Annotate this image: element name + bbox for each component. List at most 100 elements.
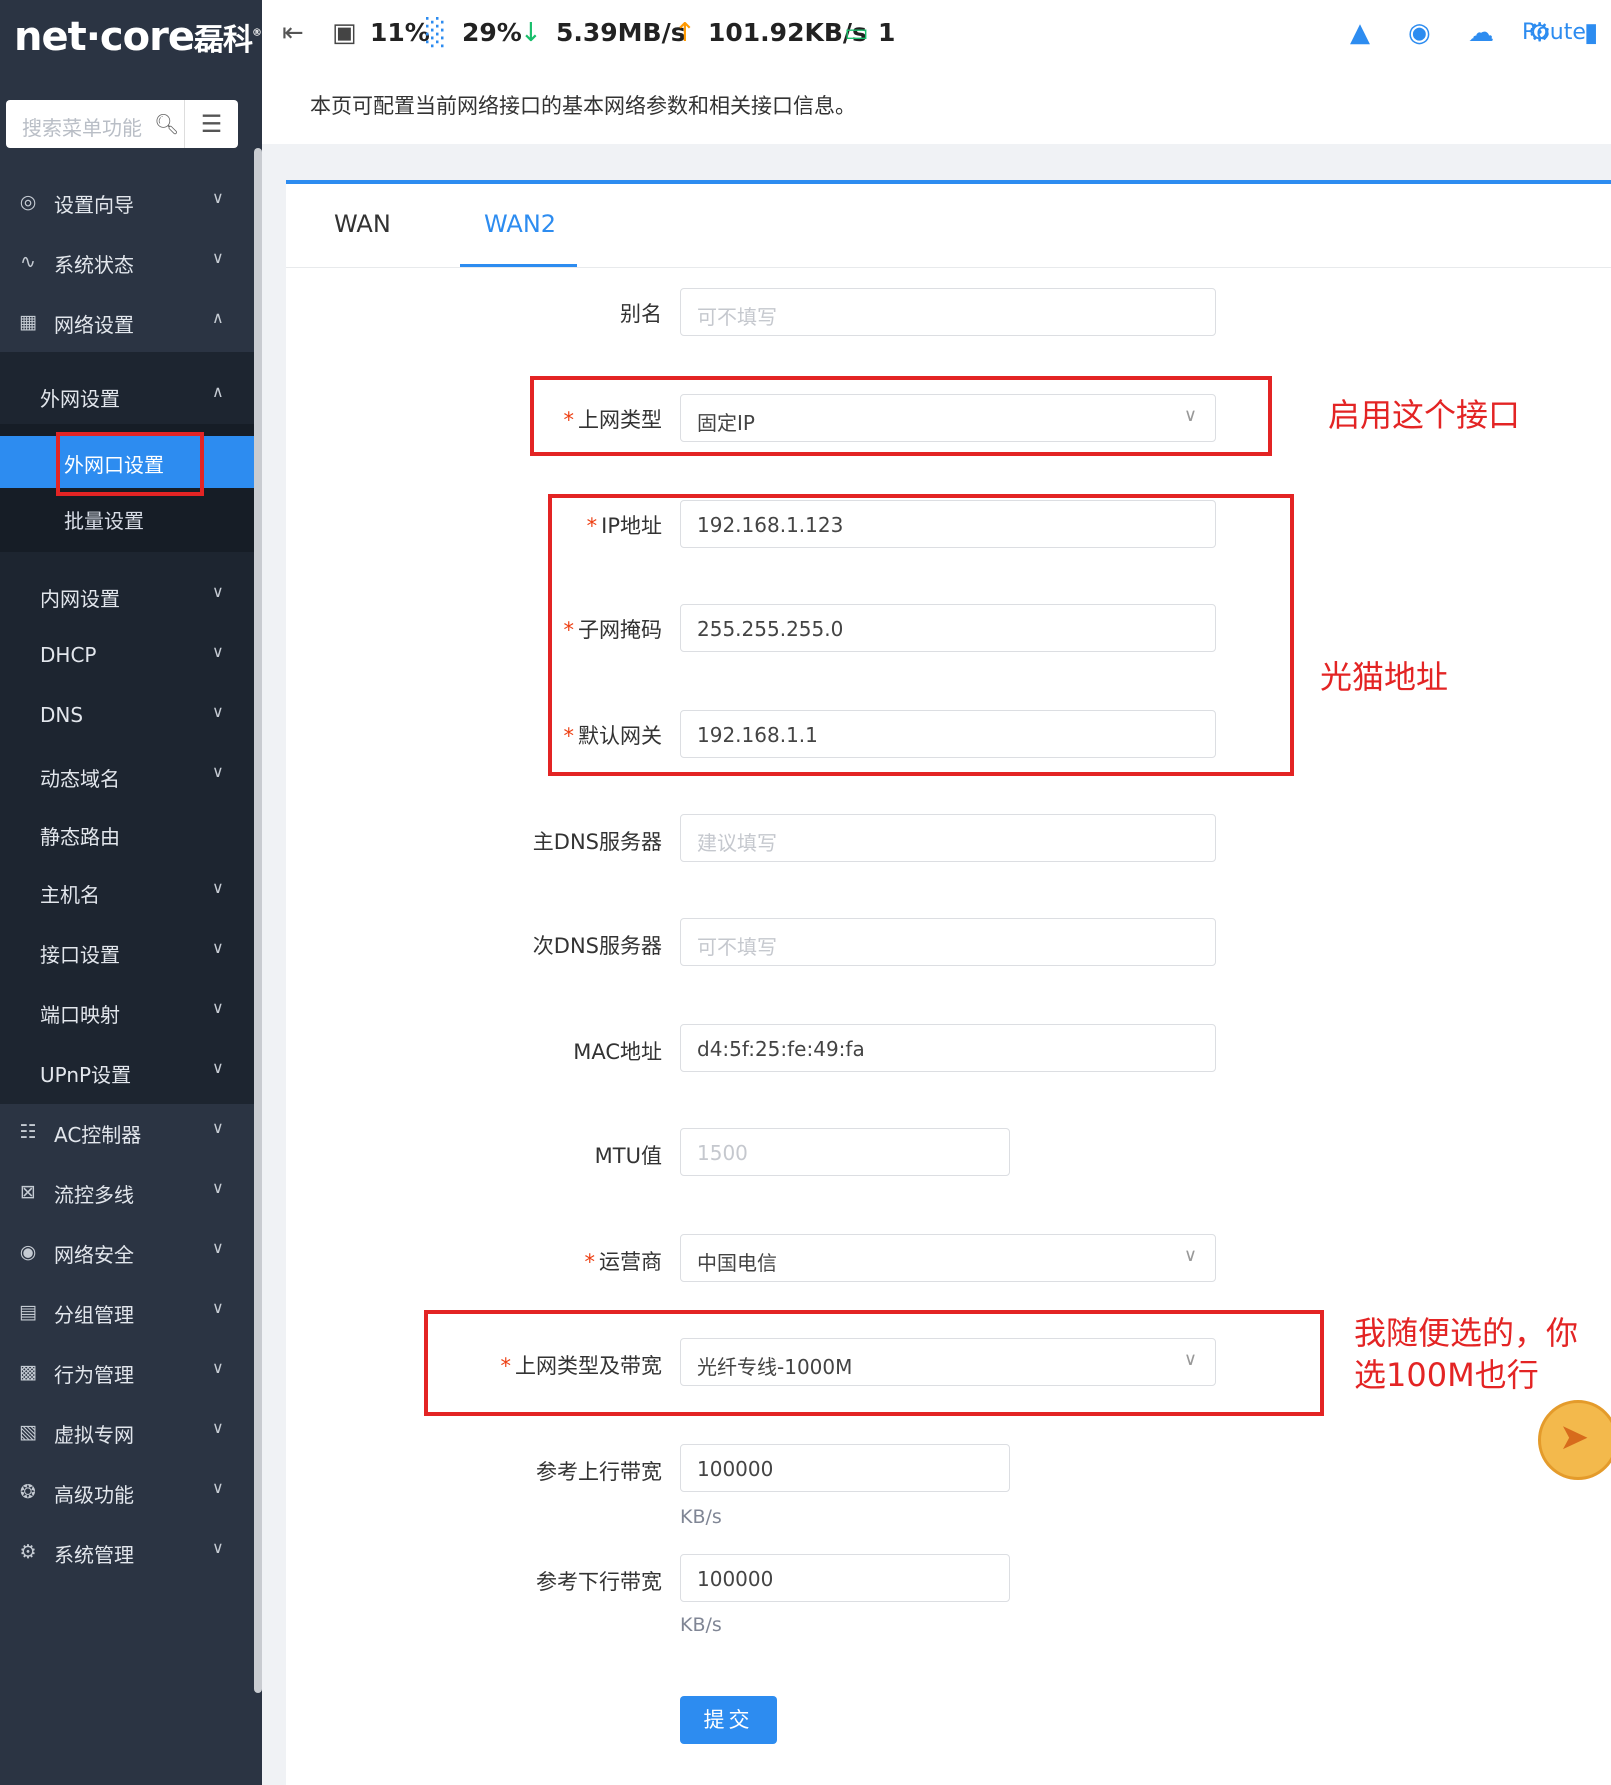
chevron-down-icon: ∨	[212, 998, 224, 1017]
globe-icon: ◉	[19, 1241, 37, 1263]
annotation-note-modem: 光猫地址	[1320, 658, 1449, 696]
sidebar-item-interface[interactable]: 接口设置 ∨	[0, 926, 254, 978]
chevron-down-icon: ∨	[212, 248, 224, 267]
device-count: 1	[878, 18, 896, 47]
chevron-down-icon: ∨	[212, 938, 224, 957]
mtu-input[interactable]: 1500	[680, 1128, 1010, 1176]
search-icon[interactable]: 🔍︎	[154, 112, 179, 136]
tab-wan[interactable]: WAN	[334, 210, 391, 238]
sidebar-item-lan[interactable]: 内网设置 ∨	[0, 570, 254, 622]
tab-wan2[interactable]: WAN2	[484, 210, 556, 238]
download-arrow-icon: ↓	[520, 18, 542, 48]
chevron-down-icon: ∨	[212, 642, 224, 661]
gear-icon: ⚙	[19, 1541, 37, 1563]
sidebar-item-behavior[interactable]: ▩ 行为管理 ∨	[0, 1346, 254, 1398]
sidebar: net·core磊科® 搜索菜单功能 🔍︎ ☰ ◎ 设置向导 ∨ ∿ 系统状态 …	[0, 0, 262, 1785]
chevron-down-icon: ∨	[212, 1298, 224, 1317]
menu-search[interactable]: 搜索菜单功能 🔍︎ ☰	[6, 100, 238, 148]
upload-arrow-icon: ↑	[674, 18, 696, 48]
memory-icon: ░	[426, 18, 446, 48]
chevron-down-icon: ∨	[212, 1418, 224, 1437]
chevron-down-icon: ∨	[212, 582, 224, 601]
chevron-down-icon: ∨	[212, 1118, 224, 1137]
cpu-usage: 11%	[370, 18, 430, 47]
chevron-down-icon: ∨	[212, 1358, 224, 1377]
logo: net·core磊科®	[14, 14, 262, 60]
chevron-down-icon: ∨	[212, 1478, 224, 1497]
dns1-label: 主DNS服务器	[532, 830, 662, 854]
chevron-down-icon: ∨	[212, 1238, 224, 1257]
menu-search-input[interactable]: 搜索菜单功能	[22, 112, 142, 141]
top-header: ⇤ ▣ 11% ░ 29% ↓ 5.39MB/s ↑ 101.92KB/s ▭ …	[262, 0, 1611, 82]
annotation-note-bandwidth-2: 选100M也行	[1354, 1356, 1539, 1394]
isp-select[interactable]: 中国电信 ∨	[680, 1234, 1216, 1282]
sidebar-item-batch-settings[interactable]: 批量设置	[0, 492, 254, 544]
upstream-label: 参考上行带宽	[536, 1460, 662, 1484]
sidebar-item-system-status[interactable]: ∿ 系统状态 ∨	[0, 236, 254, 288]
annotation-note-enable: 启用这个接口	[1328, 396, 1521, 434]
chevron-down-icon: ∨	[212, 188, 224, 207]
annotation-box-ip-config	[548, 494, 1294, 776]
sidebar-item-ac[interactable]: ☷ AC控制器 ∨	[0, 1106, 254, 1158]
downstream-unit: KB/s	[680, 1614, 722, 1636]
dns2-input[interactable]: 可不填写	[680, 918, 1216, 966]
chevron-down-icon: ∨	[212, 1538, 224, 1557]
monitor-icon: ▭	[844, 18, 869, 48]
chevron-down-icon: ∨	[1183, 1245, 1197, 1266]
chevron-down-icon: ∨	[212, 1178, 224, 1197]
vpn-icon: ▧	[19, 1421, 37, 1443]
sidebar-item-hostname[interactable]: 主机名 ∨	[0, 866, 254, 918]
settings-icon[interactable]: ⚙	[1528, 18, 1551, 48]
sidebar-item-vpn[interactable]: ▧ 虚拟专网 ∨	[0, 1406, 254, 1458]
chevron-down-icon: ∨	[212, 762, 224, 781]
flow-icon: ⊠	[20, 1181, 36, 1203]
sidebar-item-dns[interactable]: DNS ∨	[0, 690, 254, 742]
collapse-icon[interactable]: ⇤	[282, 18, 304, 48]
intro-banner: 本页可配置当前网络接口的基本网络参数和相关接口信息。	[262, 82, 1611, 144]
bird-helper-icon[interactable]: ➤	[1538, 1400, 1611, 1480]
downstream-input[interactable]: 100000	[680, 1554, 1010, 1602]
skin-icon[interactable]: ▲	[1350, 18, 1370, 48]
chevron-down-icon: ∨	[212, 878, 224, 897]
annotation-note-bandwidth-1: 我随便选的，你	[1354, 1314, 1579, 1352]
alias-input[interactable]: 可不填写	[680, 288, 1216, 336]
alias-label: 别名	[620, 302, 662, 326]
upstream-input[interactable]: 100000	[680, 1444, 1010, 1492]
language-icon[interactable]: ◉	[1408, 18, 1431, 48]
menu-toggle-button[interactable]: ☰	[184, 100, 238, 148]
list-icon: ▤	[19, 1301, 37, 1323]
sidebar-item-system[interactable]: ⚙ 系统管理 ∨	[0, 1526, 254, 1578]
sidebar-scrollbar[interactable]	[254, 148, 262, 1693]
sidebar-item-port-mapping[interactable]: 端口映射 ∨	[0, 986, 254, 1038]
sidebar-item-setup-wizard[interactable]: ◎ 设置向导 ∨	[0, 176, 254, 228]
logout-icon[interactable]: ▮	[1584, 18, 1598, 48]
isp-label: * 运营商	[584, 1250, 663, 1274]
sidebar-item-security[interactable]: ◉ 网络安全 ∨	[0, 1226, 254, 1278]
sidebar-item-ddns[interactable]: 动态域名 ∨	[0, 750, 254, 802]
cpu-icon: ▣	[332, 18, 357, 48]
sidebar-item-group[interactable]: ▤ 分组管理 ∨	[0, 1286, 254, 1338]
annotation-box-wan-type	[530, 376, 1272, 456]
mac-label: MAC地址	[573, 1040, 662, 1064]
lock-icon: ▩	[19, 1361, 37, 1383]
tab-active-indicator	[460, 264, 577, 267]
upload-cloud-icon[interactable]: ☁	[1468, 18, 1494, 48]
sidebar-item-network-settings[interactable]: ▦ 网络设置 ∧	[0, 296, 254, 348]
memory-usage: 29%	[462, 18, 522, 47]
sidebar-item-flow[interactable]: ⊠ 流控多线 ∨	[0, 1166, 254, 1218]
chevron-down-icon: ∨	[212, 702, 224, 721]
dns1-input[interactable]: 建议填写	[680, 814, 1216, 862]
chevron-up-icon: ∧	[212, 382, 224, 401]
download-rate: 5.39MB/s	[556, 18, 686, 47]
mac-input[interactable]: d4:5f:25:fe:49:fa	[680, 1024, 1216, 1072]
compass-icon: ◎	[19, 191, 37, 213]
sidebar-item-dhcp[interactable]: DHCP ∨	[0, 630, 254, 682]
sidebar-item-static-route[interactable]: 静态路由	[0, 808, 254, 860]
sidebar-item-upnp[interactable]: UPnP设置 ∨	[0, 1046, 254, 1098]
chevron-down-icon: ∨	[212, 1058, 224, 1077]
building-icon: ▦	[19, 311, 37, 333]
sidebar-item-wan-settings[interactable]: 外网设置 ∧	[0, 370, 254, 422]
submit-button[interactable]: 提交	[680, 1696, 777, 1744]
sidebar-item-advanced[interactable]: ❂ 高级功能 ∨	[0, 1466, 254, 1518]
pulse-icon: ∿	[20, 251, 36, 273]
